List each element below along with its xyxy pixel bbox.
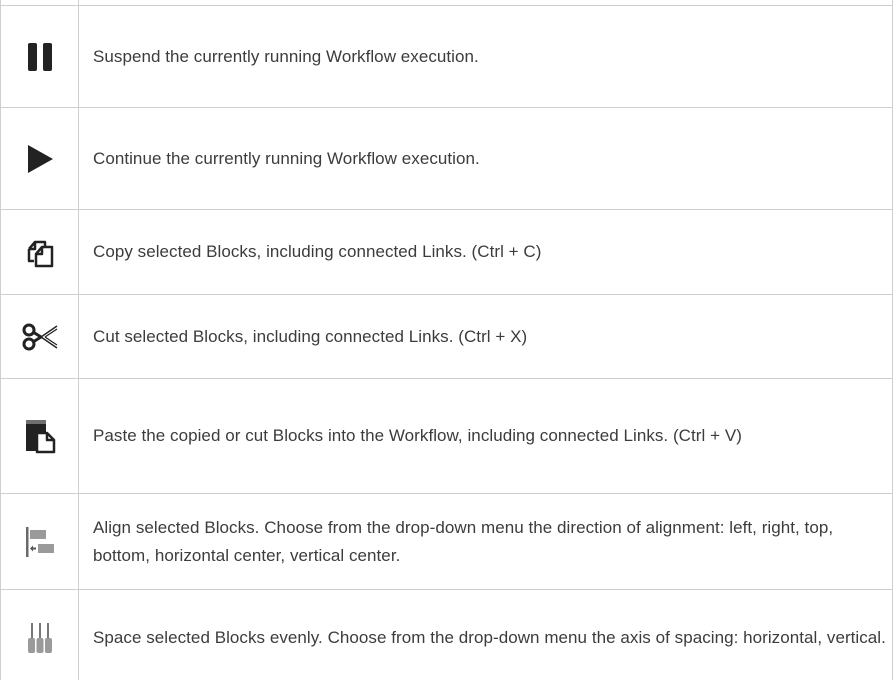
table-row: Continue the currently running Workflow … bbox=[0, 107, 893, 209]
icon-cell bbox=[1, 6, 78, 107]
description-text: Paste the copied or cut Blocks into the … bbox=[93, 426, 742, 445]
description-cell: Space selected Blocks evenly. Choose fro… bbox=[79, 590, 889, 685]
align-icon bbox=[23, 525, 57, 559]
description-text: Cut selected Blocks, including connected… bbox=[93, 326, 528, 346]
description-cell: Copy selected Blocks, including connecte… bbox=[79, 210, 889, 294]
table-row: Align selected Blocks. Choose from the d… bbox=[0, 493, 893, 589]
table-row: Space selected Blocks evenly. Choose fro… bbox=[0, 589, 893, 685]
description-cell: Cut selected Blocks, including connected… bbox=[79, 295, 889, 378]
description-text: Copy selected Blocks, including connecte… bbox=[93, 242, 542, 261]
description-text: Continue the currently running Workflow … bbox=[93, 148, 480, 168]
cut-icon bbox=[21, 322, 59, 352]
toolbar-reference-table: Suspend the currently running Workflow e… bbox=[0, 0, 893, 680]
description-text: Align selected Blocks. Choose from the d… bbox=[93, 517, 834, 565]
icon-cell bbox=[1, 379, 78, 493]
table-row: Paste the copied or cut Blocks into the … bbox=[0, 378, 893, 493]
description-text: Suspend the currently running Workflow e… bbox=[93, 46, 479, 66]
description-cell: Align selected Blocks. Choose from the d… bbox=[79, 494, 889, 589]
paste-icon bbox=[23, 418, 57, 454]
pause-icon bbox=[25, 42, 55, 72]
distribute-icon bbox=[23, 621, 57, 655]
table-row: Cut selected Blocks, including connected… bbox=[0, 294, 893, 378]
description-cell: Continue the currently running Workflow … bbox=[79, 108, 889, 209]
table-row: Suspend the currently running Workflow e… bbox=[0, 5, 893, 107]
icon-cell bbox=[1, 210, 78, 294]
copy-icon bbox=[23, 235, 57, 269]
table-row: Copy selected Blocks, including connecte… bbox=[0, 209, 893, 294]
description-cell: Paste the copied or cut Blocks into the … bbox=[79, 379, 889, 493]
icon-cell bbox=[1, 108, 78, 209]
play-icon bbox=[25, 144, 55, 174]
description-text: Space selected Blocks evenly. Choose fro… bbox=[93, 627, 886, 647]
icon-cell bbox=[1, 590, 78, 685]
icon-cell bbox=[1, 494, 78, 589]
icon-cell bbox=[1, 295, 78, 378]
description-cell: Suspend the currently running Workflow e… bbox=[79, 6, 889, 107]
